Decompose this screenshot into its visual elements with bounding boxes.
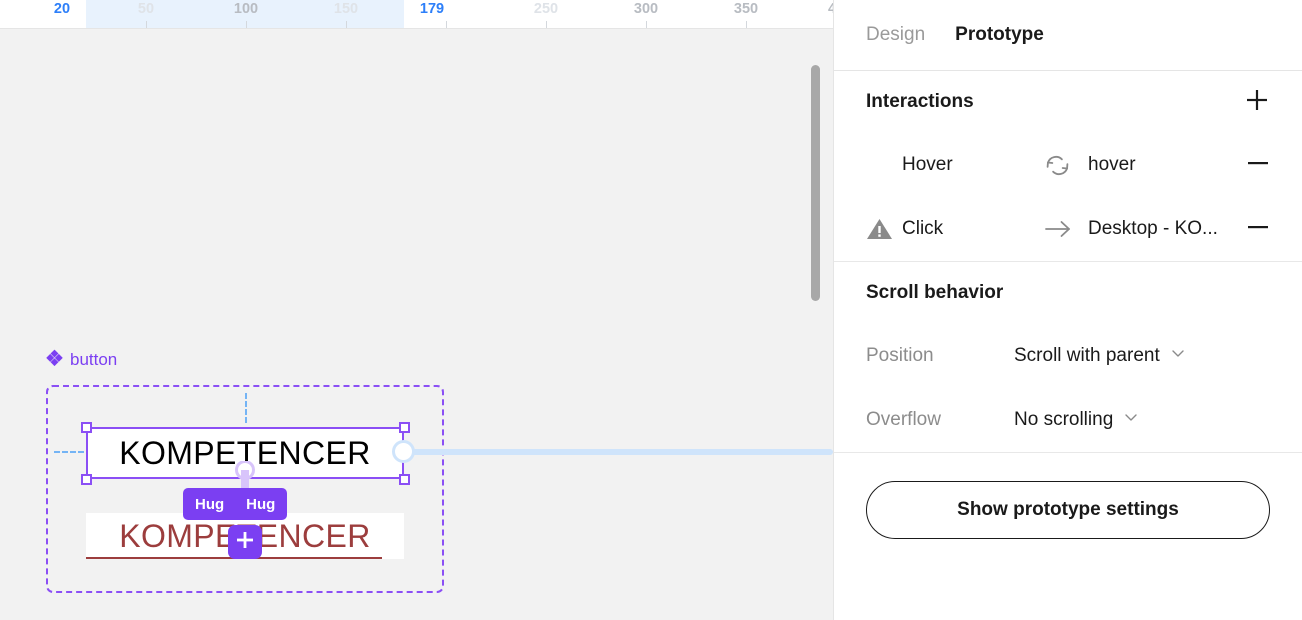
figma-window: 20501001501792503003504 button [0,0,1302,620]
interaction-target[interactable]: hover [1080,154,1240,176]
ruler-mark [446,21,447,28]
canvas-viewport[interactable]: button KOMPETENCER KOMPETENCER [0,29,833,620]
interaction-row[interactable]: Hover hover [866,133,1270,197]
add-interaction-button[interactable] [1244,89,1270,115]
panel-tabs: Design Prototype [834,0,1302,71]
warning-triangle-icon [866,217,893,241]
component-diamond-icon [46,349,63,369]
overflow-label: Overflow [866,409,941,430]
overflow-value: No scrolling [1014,409,1114,430]
component-name-label[interactable]: button [46,349,117,369]
ruler-tick-label: 350 [733,1,759,17]
position-value: Scroll with parent [1014,345,1160,366]
ruler-tick-label: 20 [53,1,71,17]
canvas-area[interactable]: 20501001501792503003504 button [0,0,833,620]
resize-handle-top-right[interactable] [399,422,410,433]
show-prototype-settings-button[interactable]: Show prototype settings [866,481,1270,539]
minus-icon [1246,151,1270,180]
scroll-behavior-header: Scroll behavior [866,262,1270,324]
panel-footer: Show prototype settings [834,453,1302,539]
properties-panel: Design Prototype Interactions Hover hove… [833,0,1302,620]
ruler-mark [246,21,247,28]
ruler-tick-label: 179 [419,1,445,17]
overflow-row: Overflow No scrolling [866,388,1270,452]
minus-icon [1246,215,1270,244]
position-dropdown[interactable]: Scroll with parent [1014,345,1186,367]
tab-design[interactable]: Design [866,24,925,46]
interaction-trigger[interactable]: Hover [866,154,1044,176]
interaction-trigger-label: Click [902,218,944,239]
resize-handle-bottom-left[interactable] [81,474,92,485]
remove-interaction-button[interactable] [1240,151,1270,180]
prototype-connector-handle[interactable] [392,440,415,463]
plus-icon [235,530,255,555]
arrow-right-icon [1044,218,1080,240]
resize-handle-bottom-right[interactable] [399,474,410,485]
tab-prototype[interactable]: Prototype [955,24,1044,46]
resize-mode-width: Hug [195,495,225,513]
resize-mode-height: Hug [246,495,276,513]
ruler-mark [146,21,147,28]
ruler-mark [646,21,647,28]
ruler-tick-label: 100 [233,1,259,17]
interaction-trigger-label: Hover [902,154,953,175]
canvas-vertical-scrollbar-thumb[interactable] [811,65,820,301]
component-name-text: button [70,349,118,369]
prototype-connector-line [404,449,833,455]
ruler-tick-label: 50 [137,1,155,17]
interactions-title: Interactions [866,91,974,112]
ruler-mark [746,21,747,28]
interactions-header: Interactions [866,71,1270,133]
position-row: Position Scroll with parent [866,324,1270,388]
alignment-guide-vertical [245,393,247,423]
alignment-guide-horizontal [54,451,84,453]
chevron-down-icon [1170,345,1186,367]
interaction-target[interactable]: Desktop - KO... [1080,218,1240,240]
remove-interaction-button[interactable] [1240,215,1270,244]
resize-mode-badge[interactable]: Hug Hug [183,488,288,520]
horizontal-ruler[interactable]: 20501001501792503003504 [0,0,833,29]
ruler-mark [346,21,347,28]
interaction-row[interactable]: Click Desktop - KO... [866,197,1270,261]
interactions-section: Interactions Hover hover Click Desktop -… [834,71,1302,261]
plus-icon [1245,88,1269,117]
position-label: Position [866,345,934,366]
scroll-behavior-section: Scroll behavior Position Scroll with par… [834,262,1302,452]
ruler-tick-label: 250 [533,1,559,17]
add-layer-button[interactable] [228,525,262,559]
swap-icon [1044,152,1080,179]
overflow-dropdown[interactable]: No scrolling [1014,409,1139,431]
chevron-down-icon [1123,409,1139,431]
ruler-mark [546,21,547,28]
ruler-tick-label: 300 [633,1,659,17]
resize-handle-top-left[interactable] [81,422,92,433]
ruler-tick-label: 150 [333,1,359,17]
interaction-trigger[interactable]: Click [866,217,1044,241]
scroll-behavior-title: Scroll behavior [866,282,1004,303]
